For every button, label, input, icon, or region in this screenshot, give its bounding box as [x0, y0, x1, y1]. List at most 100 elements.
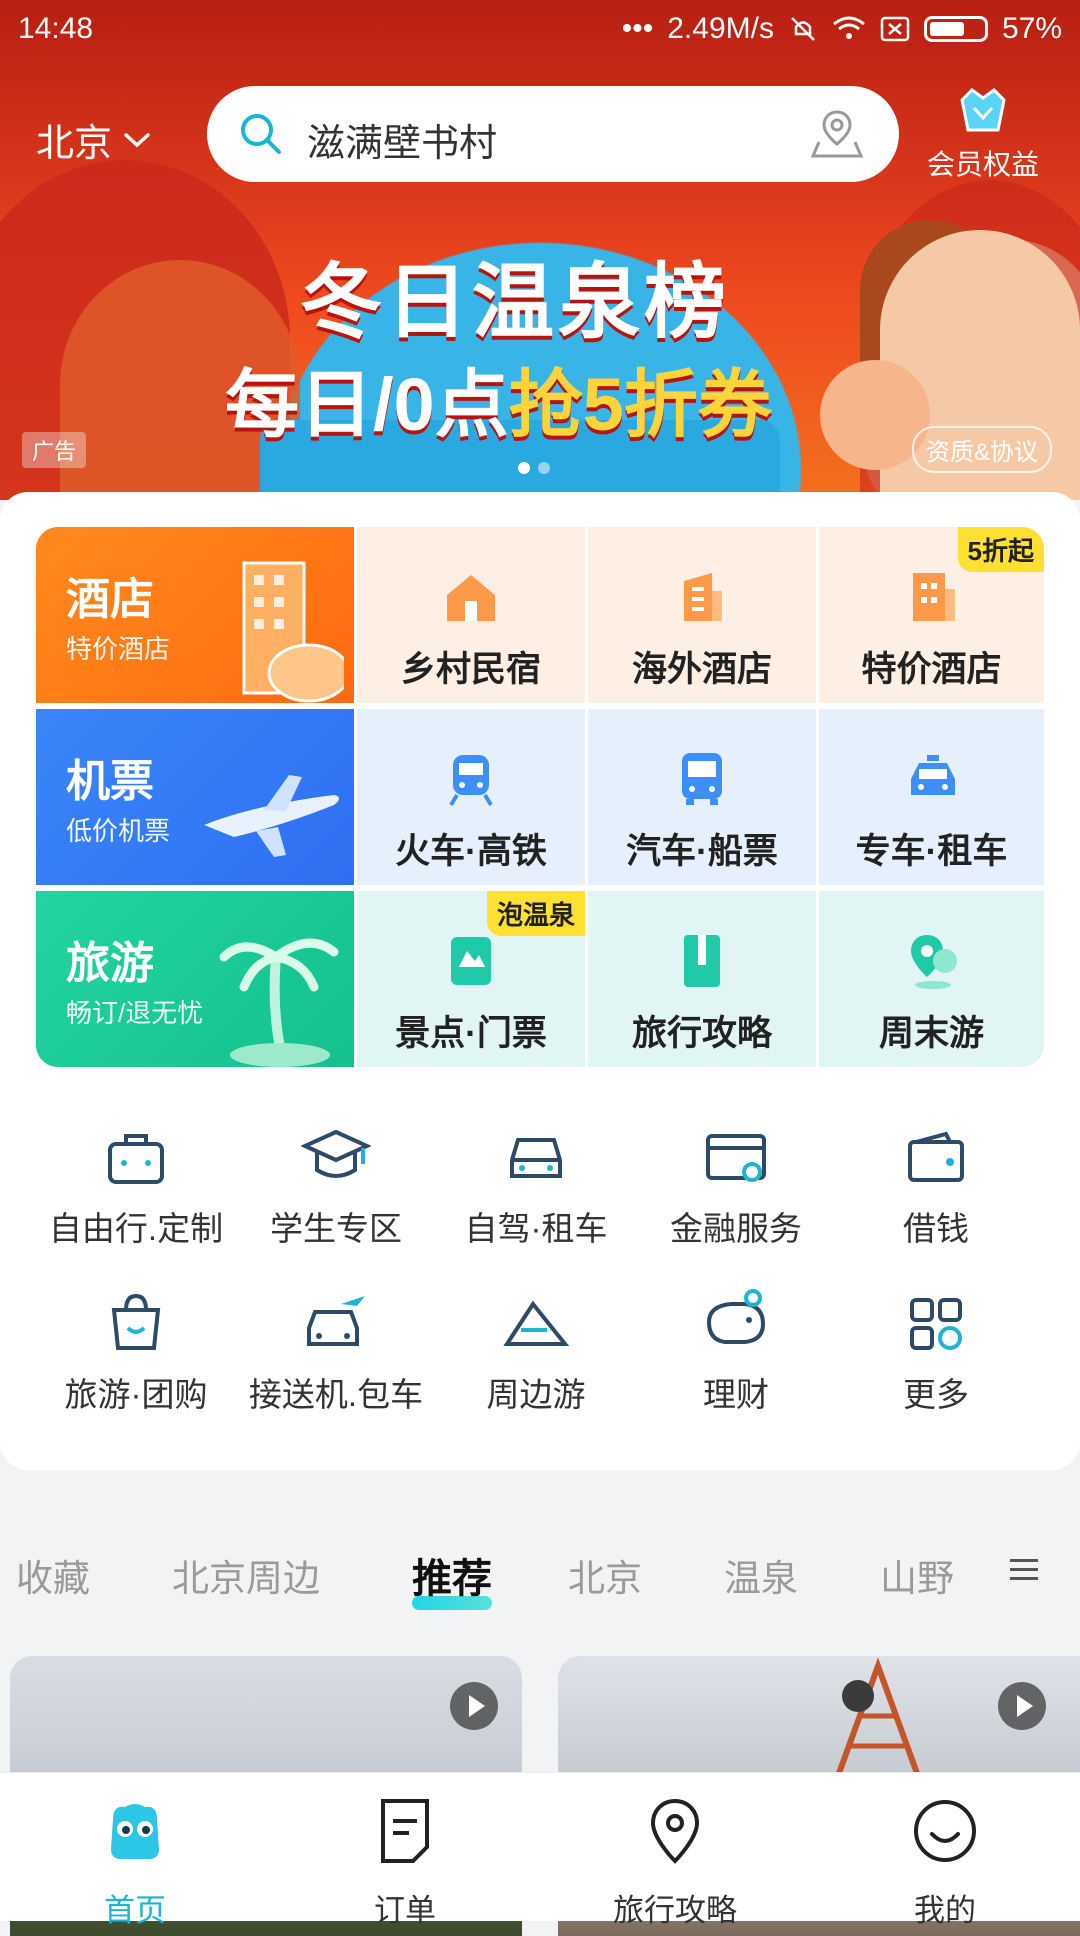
service-label: 理财 — [703, 1376, 769, 1413]
train-icon — [449, 755, 493, 807]
feed-thumbnail-structure — [835, 1657, 921, 1776]
hotel-icon — [913, 573, 955, 621]
overseas-hotel-cell[interactable]: 海外酒店 — [588, 527, 816, 703]
car-icon — [510, 1138, 562, 1178]
cell-label: 特价酒店 — [861, 650, 1002, 689]
city-selector[interactable]: 北京 — [36, 112, 152, 167]
service-finance[interactable]: 金融服务 — [636, 1116, 836, 1250]
member-label: 会员权益 — [926, 149, 1039, 180]
airport-car-icon — [307, 1296, 365, 1346]
mute-icon — [791, 17, 815, 41]
nav-home[interactable]: 首页 — [35, 1791, 235, 1930]
search-placeholder: 滋满壁书村 — [307, 123, 498, 165]
homestay-cell[interactable]: 乡村民宿 — [357, 527, 585, 703]
protocol-link[interactable]: 资质&协议 — [912, 426, 1053, 473]
banner-subline-prefix: 每日/0点 — [225, 363, 509, 446]
service-custom-trip[interactable]: 自由行.定制 — [36, 1116, 236, 1250]
discount-badge: 5折起 — [957, 527, 1044, 572]
shopping-bag-icon — [111, 1293, 161, 1350]
service-label: 接送机.包车 — [248, 1376, 424, 1413]
service-label: 自由行.定制 — [48, 1210, 224, 1247]
airplane-icon — [204, 775, 339, 857]
pagination-dot — [538, 462, 550, 474]
more-dots-icon: ••• — [621, 12, 654, 45]
building-icon — [684, 573, 722, 621]
play-icon[interactable] — [450, 1682, 498, 1730]
weekend-trip-cell[interactable]: 周末游 — [819, 891, 1044, 1067]
service-nearby-trip[interactable]: 周边游 — [436, 1282, 636, 1416]
nav-travel-guide[interactable]: 旅行攻略 — [575, 1791, 775, 1930]
nav-orders[interactable]: 订单 — [305, 1791, 505, 1930]
hotel-building-icon — [242, 561, 344, 703]
service-group-tour[interactable]: 旅游·团购 — [36, 1282, 236, 1416]
location-pin-icon — [650, 1798, 700, 1864]
service-wealth[interactable]: 理财 — [636, 1282, 836, 1416]
pagination-dot-active — [518, 462, 530, 474]
menu-icon[interactable] — [1008, 1555, 1042, 1585]
car-icon — [911, 755, 955, 795]
tab-recommended[interactable]: 推荐 — [412, 1546, 492, 1610]
tickets-cell[interactable]: 景点·门票 泡温泉 — [357, 891, 585, 1067]
service-label: 自驾·租车 — [464, 1210, 608, 1247]
map-location-icon[interactable] — [809, 106, 865, 162]
bus-icon — [682, 753, 722, 805]
tab-beijing[interactable]: 北京 — [568, 1548, 642, 1602]
order-icon — [381, 1799, 429, 1863]
discount-hotel-cell[interactable]: 特价酒店 5折起 — [819, 527, 1044, 703]
service-label: 更多 — [903, 1376, 969, 1413]
service-label: 借钱 — [903, 1210, 969, 1247]
promo-banner[interactable]: 冬日温泉榜 每日/0点抢5折券 广告 资质&协议 — [0, 0, 1080, 500]
wallet-icon — [908, 1131, 964, 1182]
piggy-bank-icon — [706, 1289, 766, 1344]
tab-mountain[interactable]: 山野 — [880, 1548, 954, 1602]
play-icon[interactable] — [998, 1682, 1046, 1730]
banner-subline: 每日/0点抢5折券 — [225, 345, 772, 452]
location-pin-icon — [911, 935, 957, 989]
city-name: 北京 — [36, 123, 113, 165]
hotel-tile[interactable]: 酒店 特价酒店 — [36, 527, 354, 703]
hotel-subtitle: 特价酒店 — [66, 634, 171, 664]
tab-favorites[interactable]: 收藏 — [16, 1548, 90, 1602]
cell-label: 海外酒店 — [631, 650, 772, 689]
cell-label: 旅行攻略 — [631, 1014, 772, 1053]
flight-tile[interactable]: 机票 低价机票 — [36, 709, 354, 885]
crown-gem-icon — [960, 88, 1006, 132]
hot-spring-badge: 泡温泉 — [486, 891, 585, 936]
car-hire-cell[interactable]: 专车·租车 — [819, 709, 1044, 885]
cell-label: 周末游 — [878, 1014, 984, 1053]
cell-label: 景点·门票 — [395, 1014, 547, 1053]
service-label: 学生专区 — [270, 1210, 402, 1247]
service-airport-transfer[interactable]: 接送机.包车 — [236, 1282, 436, 1416]
service-student-zone[interactable]: 学生专区 — [236, 1116, 436, 1250]
nav-label: 订单 — [374, 1893, 436, 1928]
bus-cell[interactable]: 汽车·船票 — [588, 709, 816, 885]
travel-subtitle: 畅订/退无忧 — [66, 998, 204, 1028]
search-bar[interactable]: 滋满壁书村 — [207, 86, 899, 182]
status-right: ••• 2.49M/s 57% — [622, 12, 1062, 46]
house-icon — [447, 575, 495, 621]
train-cell[interactable]: 火车·高铁 — [357, 709, 585, 885]
nav-label: 首页 — [104, 1893, 166, 1928]
mountain-icon — [503, 1300, 569, 1346]
nav-mine[interactable]: 我的 — [845, 1791, 1045, 1930]
card-icon — [706, 1134, 766, 1182]
home-mascot-icon — [111, 1804, 159, 1859]
ad-tag: 广告 — [22, 432, 87, 468]
tab-beijing-nearby[interactable]: 北京周边 — [172, 1548, 320, 1602]
service-more[interactable]: 更多 — [836, 1282, 1036, 1416]
banner-subline-highlight: 抢5折券 — [508, 363, 772, 446]
sim-icon — [880, 16, 910, 42]
travel-guide-cell[interactable]: 旅行攻略 — [588, 891, 816, 1067]
travel-title: 旅游 — [66, 939, 154, 988]
status-time: 14:48 — [18, 12, 94, 45]
graduation-cap-icon — [301, 1129, 371, 1178]
service-self-drive[interactable]: 自驾·租车 — [436, 1116, 636, 1250]
tab-hot-spring[interactable]: 温泉 — [724, 1548, 798, 1602]
content-tabs: 收藏 北京周边 推荐 北京 温泉 山野 — [0, 1512, 1080, 1632]
battery-percent: 57% — [1001, 12, 1062, 45]
cell-label: 乡村民宿 — [400, 650, 541, 689]
main-category-grid: 酒店 特价酒店 机票 低价机票 旅游 畅订/退无忧 乡村民宿 海外酒店 特价酒店… — [36, 527, 1044, 1067]
service-loan[interactable]: 借钱 — [836, 1116, 1036, 1250]
member-benefits[interactable]: 会员权益 — [918, 86, 1048, 183]
travel-tile[interactable]: 旅游 畅订/退无忧 — [36, 891, 354, 1067]
